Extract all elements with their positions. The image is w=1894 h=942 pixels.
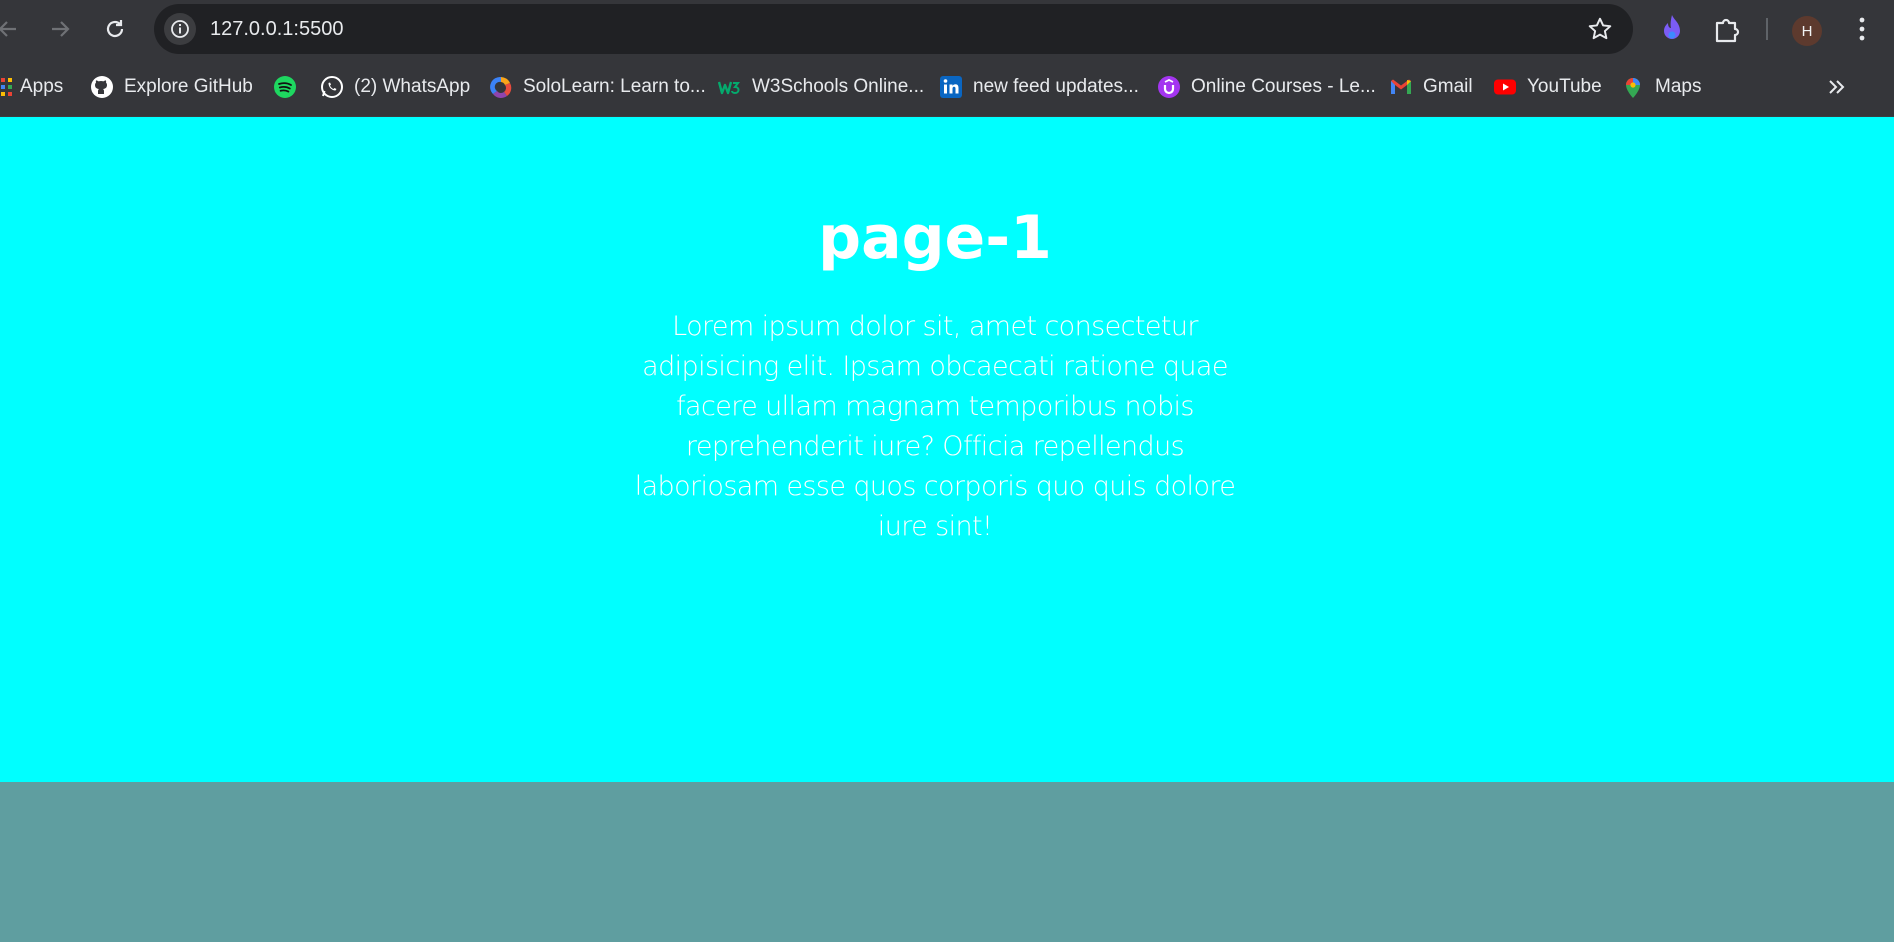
reload-icon — [106, 20, 124, 38]
linkedin-icon — [939, 75, 963, 99]
back-arrow-icon — [0, 21, 16, 37]
bookmark-apps[interactable]: Apps — [0, 70, 63, 104]
whatsapp-icon — [320, 75, 344, 99]
address-bar[interactable]: 127.0.0.1:5500 — [154, 4, 1633, 54]
bookmark-linkedin[interactable]: new feed updates... — [939, 70, 1139, 104]
maps-icon — [1621, 75, 1645, 99]
w3schools-icon — [718, 75, 742, 99]
bookmark-github[interactable]: Explore GitHub — [90, 70, 253, 104]
bookmark-whatsapp[interactable]: (2) WhatsApp — [320, 70, 470, 104]
bookmark-w3schools[interactable]: W3Schools Online... — [718, 70, 924, 104]
bookmark-spotify[interactable] — [273, 70, 307, 104]
extensions-button[interactable] — [1710, 11, 1744, 51]
bookmark-gmail[interactable]: Gmail — [1389, 70, 1473, 104]
forward-button[interactable] — [42, 11, 78, 47]
star-icon — [1588, 17, 1612, 40]
page-two-section — [0, 782, 1894, 942]
forward-arrow-icon — [52, 21, 70, 37]
flame-extension-icon — [1664, 15, 1680, 39]
browser-toolbar: 127.0.0.1:5500 H — [0, 0, 1894, 58]
page-title: page-1 — [818, 203, 1052, 273]
sololearn-icon — [489, 75, 513, 99]
double-chevron-right-icon — [1829, 80, 1845, 94]
url-text[interactable]: 127.0.0.1:5500 — [210, 4, 343, 54]
apps-grid-icon — [0, 75, 14, 99]
udemy-icon — [1157, 75, 1181, 99]
gmail-icon — [1389, 75, 1413, 99]
bookmark-star-button[interactable] — [1587, 16, 1613, 46]
page-paragraph: Lorem ipsum dolor sit, amet consectetur … — [634, 311, 1236, 542]
github-icon — [90, 75, 114, 99]
spotify-icon — [273, 75, 297, 99]
bookmark-udemy[interactable]: Online Courses - Le... — [1157, 70, 1376, 104]
bookmark-maps[interactable]: Maps — [1621, 70, 1701, 104]
kebab-menu-icon — [1859, 17, 1865, 41]
bookmark-sololearn[interactable]: SoloLearn: Learn to... — [489, 70, 706, 104]
puzzle-icon — [1715, 18, 1740, 43]
youtube-icon — [1493, 75, 1517, 99]
reload-button[interactable] — [97, 11, 133, 47]
info-icon — [171, 20, 189, 38]
more-bookmarks-button[interactable] — [1826, 70, 1846, 110]
bookmark-youtube[interactable]: YouTube — [1493, 70, 1602, 104]
page-one-section: page-1 Lorem ipsum dolor sit, amet conse… — [0, 117, 1894, 782]
back-button[interactable] — [0, 11, 26, 47]
extension-flame-button[interactable] — [1656, 11, 1688, 51]
toolbar-divider — [1766, 18, 1768, 40]
site-info-button[interactable] — [164, 13, 196, 45]
bookmarks-bar: Apps Explore GitHub (2) WhatsApp SoloLea… — [0, 58, 1894, 117]
profile-avatar[interactable]: H — [1792, 16, 1822, 46]
menu-button[interactable] — [1850, 11, 1874, 51]
